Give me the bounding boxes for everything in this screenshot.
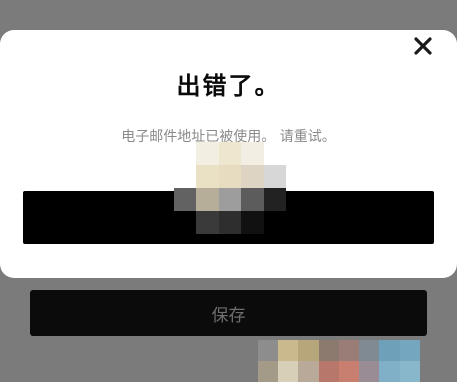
save-button-label: 保存 [211,305,246,326]
dialog-title: 出错了。 [176,72,281,100]
redaction-mosaic-bottom [258,340,440,382]
close-icon [414,37,432,55]
close-button[interactable] [409,32,437,60]
save-button[interactable]: 保存 [30,290,427,336]
redaction-mosaic-center [174,142,286,234]
